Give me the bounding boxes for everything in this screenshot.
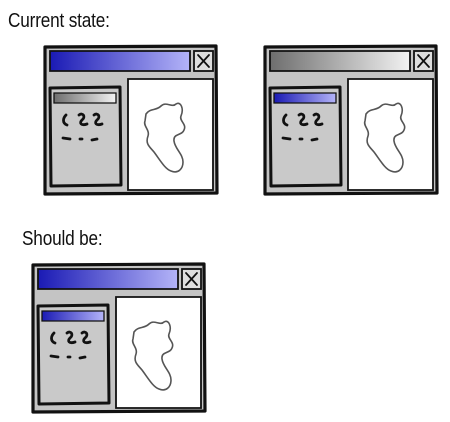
window-titlebar[interactable] — [269, 50, 411, 72]
window-current-right — [262, 44, 440, 196]
inner-panel-titlebar[interactable] — [273, 92, 337, 104]
window-titlebar[interactable] — [49, 50, 191, 72]
close-x-icon[interactable] — [193, 50, 214, 72]
inner-panel-titlebar[interactable] — [41, 310, 105, 322]
close-x-icon[interactable] — [413, 50, 434, 72]
close-x-icon[interactable] — [181, 268, 202, 290]
window-titlebar[interactable] — [37, 268, 179, 290]
inner-panel-titlebar[interactable] — [53, 92, 117, 104]
should-be-caption: Should be: — [22, 228, 103, 250]
current-state-caption: Current state: — [8, 10, 110, 32]
window-current-left — [42, 44, 220, 196]
window-should-be — [30, 262, 208, 414]
